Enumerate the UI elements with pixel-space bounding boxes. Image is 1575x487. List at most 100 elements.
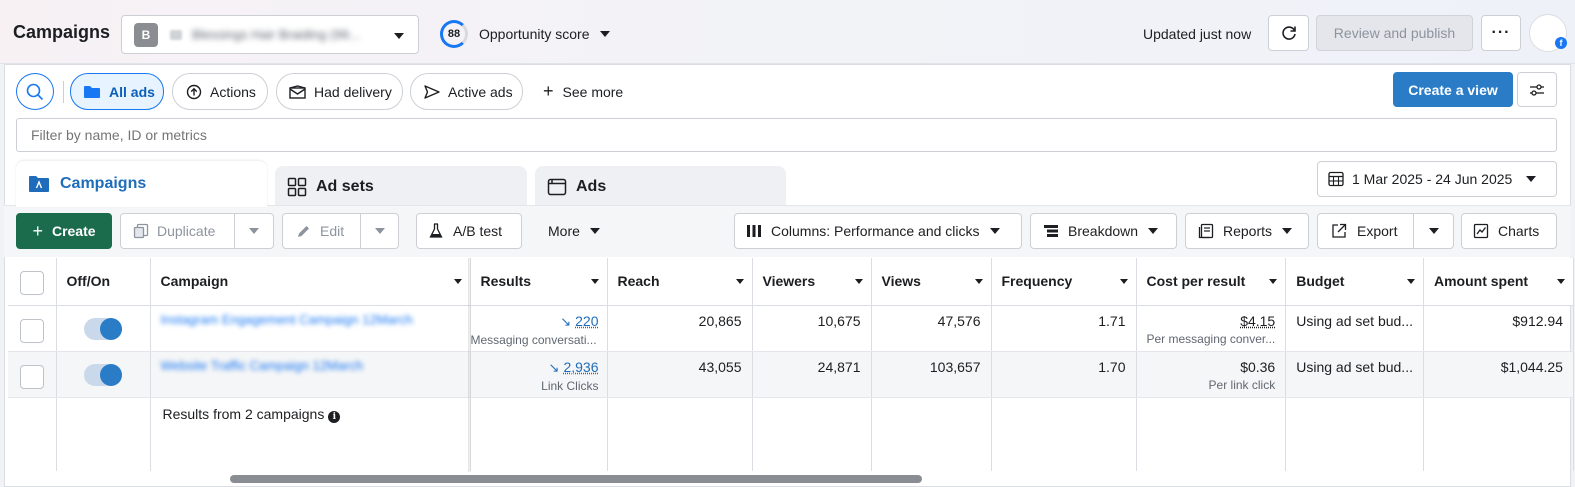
scrollbar-thumb[interactable] [230,475,922,483]
breakdown-label: Breakdown [1068,223,1139,239]
header-viewers[interactable]: Viewers [752,258,872,306]
campaign-cell: Instagram Engagement Campaign 12March [150,305,471,352]
header-frequency-label: Frequency [1001,273,1073,289]
tab-campaigns[interactable]: Campaigns [16,161,267,207]
header-frequency[interactable]: Frequency [991,258,1137,306]
send-icon [424,84,440,99]
actions-filter[interactable]: Actions [172,73,268,110]
sort-caret-icon [1406,279,1415,284]
chevron-down-icon [1282,228,1293,234]
header-campaign[interactable]: Campaign [150,258,471,306]
frequency-cell: 1.71 [991,305,1137,352]
reports-button[interactable]: Reports [1185,213,1309,249]
had-delivery-filter[interactable]: Had delivery [276,73,403,110]
columns-label: Columns: Performance and clicks [771,223,980,239]
export-dropdown[interactable] [1413,213,1454,249]
create-button[interactable]: + Create [16,213,112,249]
review-publish-button[interactable]: Review and publish [1316,15,1473,51]
page-title: Campaigns [13,22,111,42]
account-avatar-image[interactable]: f [1529,14,1567,52]
create-label: Create [51,223,96,239]
sort-caret-icon [854,279,863,284]
header-reach-label: Reach [617,273,660,289]
viewers-cell: 24,871 [752,351,872,398]
see-more-label: See more [562,83,624,100]
header-off-on[interactable]: Off/On [56,258,151,306]
columns-button[interactable]: Columns: Performance and clicks [734,213,1022,249]
divider [63,81,64,103]
envelope-icon [289,84,306,99]
ad-window-icon [547,178,567,195]
header-views[interactable]: Views [871,258,992,306]
chevron-down-icon [989,228,1000,234]
edit-dropdown[interactable] [360,213,399,249]
duplicate-dropdown[interactable] [234,213,274,249]
info-icon[interactable]: i [328,410,341,423]
results-value[interactable]: 220 [575,313,598,329]
ab-test-button[interactable]: A/B test [416,213,522,249]
refresh-icon [1281,26,1296,40]
summary-row: Results from 2 campaigns i [8,397,1574,471]
sort-caret-icon [590,279,599,284]
table-row[interactable]: Instagram Engagement Campaign 12March ↘ 2… [8,305,1574,352]
cost-value: $4.15 [1240,312,1276,329]
create-view-button[interactable]: Create a view [1393,72,1513,107]
results-type: Messaging conversati... [470,332,597,347]
all-ads-label: All ads [109,83,155,100]
ad-account-selector[interactable]: B Blessings Hair Braiding (99... [121,15,419,54]
campaign-name-link[interactable]: Instagram Engagement Campaign 12March [161,312,460,327]
filter-input[interactable] [16,118,1557,152]
view-settings-button[interactable] [1517,72,1557,107]
duplicate-button[interactable]: Duplicate [120,213,235,249]
tab-ad-sets[interactable]: Ad sets [275,166,527,207]
edit-button[interactable]: Edit [282,213,361,249]
summary-empty-cell [56,397,151,471]
opportunity-score-label: Opportunity score [479,26,590,42]
tab-ads[interactable]: Ads [535,166,786,207]
refresh-button[interactable] [1268,15,1309,51]
header-amount-spent[interactable]: Amount spent [1423,258,1574,306]
opportunity-score-ring: 88 [440,20,468,48]
date-range-picker[interactable]: 1 Mar 2025 - 24 Jun 2025 [1317,161,1557,197]
breakdown-icon [1044,225,1058,237]
calendar-icon [1328,171,1344,187]
table-row[interactable]: Website Traffic Campaign 12March ↘ 2,936 L… [8,351,1574,398]
campaign-name-link[interactable]: Website Traffic Campaign 12March [161,358,460,373]
summary-empty-cell [871,397,992,471]
summary-empty-cell [1285,397,1424,471]
header-cost-per-result[interactable]: Cost per result [1136,258,1287,306]
campaign-cell: Website Traffic Campaign 12March [150,351,471,398]
summary-empty-cell [470,397,608,471]
charts-button[interactable]: Charts [1461,213,1557,249]
search-button[interactable] [16,73,54,110]
sort-caret-icon [974,279,983,284]
header-views-label: Views [881,273,921,289]
table-header-row: Off/On Campaign Results Reach Viewers Vi… [8,258,1574,306]
select-all-checkbox[interactable] [19,271,44,295]
results-type: Link Clicks [541,378,599,393]
trend-down-icon: ↘ [548,359,560,375]
reach-cell: 43,055 [607,351,753,398]
breakdown-button[interactable]: Breakdown [1030,213,1177,249]
results-value[interactable]: 2,936 [563,359,598,375]
export-button[interactable]: Export [1317,213,1414,249]
header-reach[interactable]: Reach [607,258,753,306]
row-checkbox[interactable] [19,318,44,343]
header-budget[interactable]: Budget [1285,258,1424,306]
summary-empty-cell [8,397,57,471]
header-results[interactable]: Results [470,258,608,306]
campaigns-table: Off/On Campaign Results Reach Viewers Vi… [8,258,1574,471]
arrow-up-circle-icon [186,84,202,99]
campaign-toggle[interactable] [84,363,122,386]
active-ads-filter[interactable]: Active ads [410,73,523,110]
results-cell: ↘ 220 Messaging conversati... [470,305,608,352]
campaign-toggle[interactable] [84,317,122,340]
opportunity-score[interactable]: 88 Opportunity score [440,20,610,48]
chart-line-icon [1473,223,1489,239]
all-ads-filter[interactable]: All ads [70,73,164,110]
row-checkbox[interactable] [19,364,44,389]
more-button[interactable]: More [532,213,624,249]
see-more-button[interactable]: + See more [535,73,635,110]
header-cost-label: Cost per result [1146,273,1246,289]
more-options-button[interactable]: ··· [1481,15,1521,51]
